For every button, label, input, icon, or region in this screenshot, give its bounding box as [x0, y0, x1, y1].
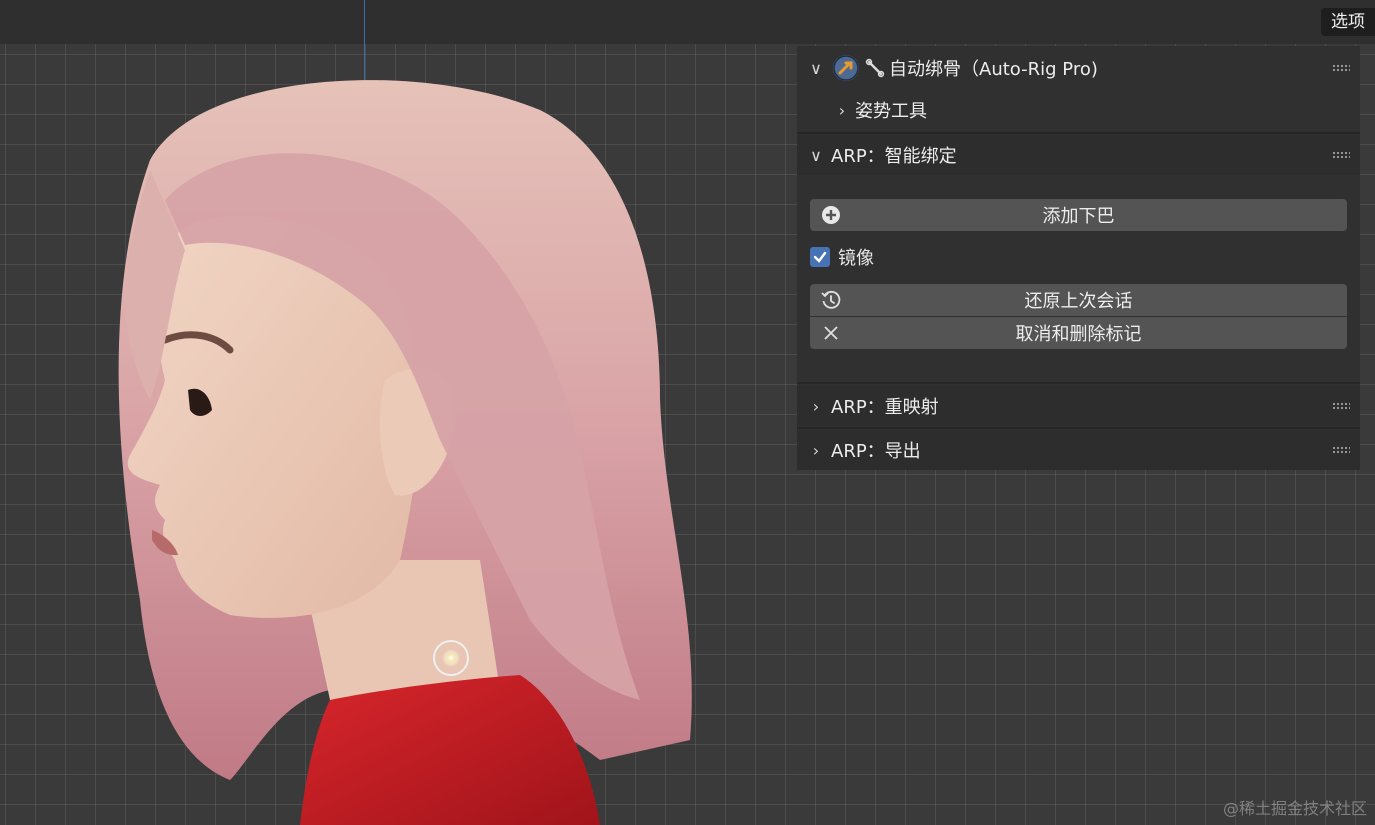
restore-session-label: 还原上次会话: [1024, 291, 1133, 312]
checkmark-icon: [813, 251, 827, 263]
addon-title: 自动绑骨（Auto-Rig Pro): [889, 59, 1098, 80]
sidebar-panel: ∨ 自动绑骨（Auto-Rig Pro) › 姿势工具 ∨ ARP：智能绑定 添…: [797, 46, 1360, 470]
chevron-right-icon: ›: [812, 440, 820, 460]
mirror-label: 镜像: [838, 248, 874, 269]
remap-section-title: ARP：重映射: [831, 397, 939, 418]
bone-icon: [865, 58, 885, 78]
divider: [797, 382, 1360, 384]
add-chin-label: 添加下巴: [1042, 206, 1115, 227]
pose-tools-row[interactable]: › 姿势工具: [797, 90, 1360, 130]
close-icon: [820, 322, 842, 344]
smart-section-title: ARP：智能绑定: [831, 146, 957, 167]
drag-handle-icon[interactable]: [1332, 446, 1350, 454]
options-tab[interactable]: 选项: [1321, 8, 1375, 36]
remap-section-header[interactable]: › ARP：重映射: [797, 386, 1360, 426]
restore-session-button[interactable]: 还原上次会话: [810, 284, 1347, 316]
watermark: @稀土掘金技术社区: [1222, 799, 1367, 818]
add-chin-button[interactable]: 添加下巴: [810, 199, 1347, 231]
add-circle-icon: [820, 204, 842, 226]
light-gizmo-core: [442, 649, 460, 667]
drag-handle-icon[interactable]: [1332, 64, 1350, 72]
character-model: [118, 80, 692, 825]
autorig-logo-icon: [833, 55, 859, 81]
addon-header[interactable]: ∨ 自动绑骨（Auto-Rig Pro): [797, 48, 1360, 88]
cancel-delete-markers-button[interactable]: 取消和删除标记: [810, 317, 1347, 349]
pose-tools-label: 姿势工具: [855, 101, 927, 122]
history-icon: [820, 289, 842, 311]
divider: [797, 132, 1360, 134]
export-section-title: ARP：导出: [831, 441, 921, 462]
cancel-delete-markers-label: 取消和删除标记: [1015, 324, 1142, 345]
divider: [797, 427, 1360, 429]
mirror-option[interactable]: 镜像: [810, 244, 874, 270]
chevron-down-icon: ∨: [810, 58, 822, 78]
mirror-checkbox[interactable]: [810, 247, 830, 267]
smart-section-header[interactable]: ∨ ARP：智能绑定: [797, 135, 1360, 175]
drag-handle-icon[interactable]: [1332, 151, 1350, 159]
drag-handle-icon[interactable]: [1332, 402, 1350, 410]
export-section-header[interactable]: › ARP：导出: [797, 430, 1360, 470]
chevron-right-icon: ›: [838, 100, 846, 120]
chevron-right-icon: ›: [812, 396, 820, 416]
chevron-down-icon: ∨: [810, 145, 822, 165]
